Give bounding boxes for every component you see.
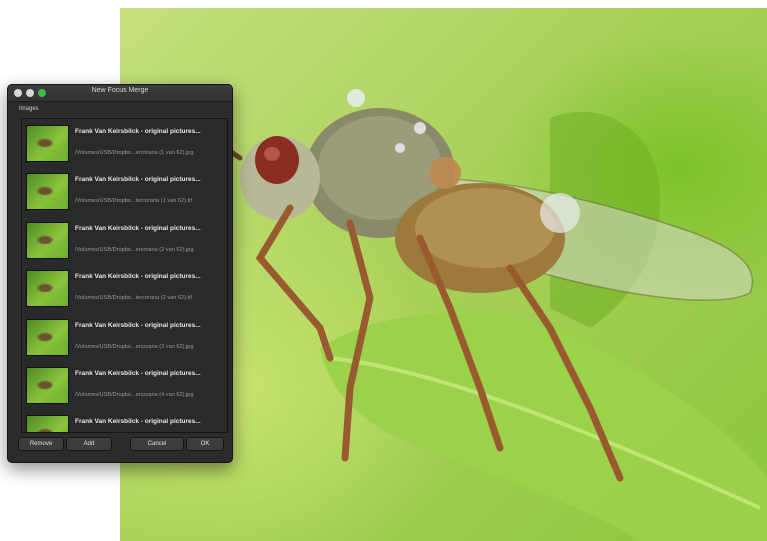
list-item[interactable]: Frank Van Keirsbilck - original pictures… — [22, 409, 227, 432]
item-path: /Volumes/USB/Dropbo...tercoraria (2 van … — [75, 295, 192, 302]
item-title: Frank Van Keirsbilck - original pictures… — [75, 224, 201, 232]
item-title: Frank Van Keirsbilck - original pictures… — [75, 128, 201, 135]
window-title: New Focus Merge — [91, 87, 149, 94]
add-button[interactable]: Add — [66, 437, 112, 451]
item-title: Frank Van Keirsbilck - original pictures… — [75, 176, 201, 184]
focus-merge-dialog: New Focus Merge Images Frank Van Keirsbi… — [7, 84, 233, 463]
cancel-button[interactable]: Cancel — [130, 437, 184, 451]
image-thumbnail — [26, 125, 69, 162]
item-title: Frank Van Keirsbilck - original pictures… — [75, 369, 201, 377]
list-item[interactable]: Frank Van Keirsbilck - original pictures… — [22, 167, 227, 216]
item-title: Frank Van Keirsbilck - original pictures… — [75, 273, 201, 281]
button-bar: Remove Add Cancel OK — [18, 437, 224, 451]
title-bar: New Focus Merge — [8, 85, 232, 102]
item-path: /Volumes/USB/Dropbo...tercoraria (1 van … — [75, 198, 192, 205]
ok-button[interactable]: OK — [186, 437, 224, 451]
list-item[interactable]: Frank Van Keirsbilck - original pictures… — [22, 119, 227, 168]
item-path: /Volumes/USB/Dropbo...ercoraria (4 van 6… — [75, 391, 194, 398]
item-title: Frank Van Keirsbilck - original pictures… — [75, 321, 201, 329]
image-thumbnail — [26, 270, 69, 308]
list-item[interactable]: Frank Van Keirsbilck - original pictures… — [22, 264, 227, 313]
image-thumbnail — [26, 318, 69, 356]
item-path: /Volumes/USB/Dropbo...ercoraria (3 van 6… — [75, 343, 194, 350]
item-title: Frank Van Keirsbilck - original pictures… — [75, 418, 201, 426]
images-list[interactable]: Frank Van Keirsbilck - original pictures… — [21, 118, 228, 433]
image-thumbnail — [26, 173, 69, 211]
list-item[interactable]: Frank Van Keirsbilck - original pictures… — [22, 215, 227, 265]
list-item[interactable]: Frank Van Keirsbilck - original pictures… — [22, 360, 227, 410]
remove-button[interactable]: Remove — [18, 437, 64, 451]
item-path: /Volumes/USB/Dropbo...ercoraria (2 van 6… — [75, 246, 194, 253]
list-item[interactable]: Frank Van Keirsbilck - original pictures… — [22, 312, 227, 361]
image-thumbnail — [26, 221, 69, 259]
image-thumbnail — [26, 366, 69, 404]
item-path: /Volumes/USB/Dropbo...ercoraria (1 van 6… — [75, 150, 194, 156]
images-section-label: Images — [19, 106, 39, 112]
image-thumbnail — [26, 415, 69, 432]
